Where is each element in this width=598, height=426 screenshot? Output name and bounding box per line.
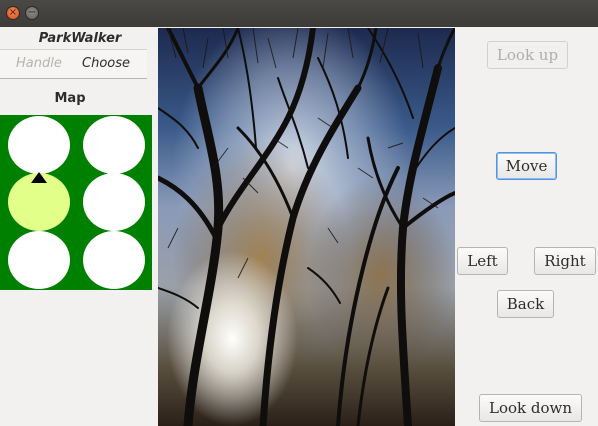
title-bar: × − xyxy=(0,0,598,27)
app-title: ParkWalker xyxy=(38,31,122,46)
map-cell[interactable] xyxy=(8,116,70,174)
map-grid xyxy=(0,115,152,290)
scene-photo xyxy=(158,28,455,426)
look-up-button[interactable]: Look up xyxy=(487,41,568,69)
map-cell[interactable] xyxy=(83,116,145,174)
map-label: Map xyxy=(54,91,86,106)
right-button[interactable]: Right xyxy=(534,247,596,275)
look-down-button[interactable]: Look down xyxy=(479,394,582,422)
map-cell[interactable] xyxy=(83,173,145,231)
close-window-icon[interactable]: × xyxy=(6,6,20,20)
back-button[interactable]: Back xyxy=(497,290,554,318)
tab-bar: Handle Choose xyxy=(0,49,147,79)
tab-handle[interactable]: Handle xyxy=(16,56,62,71)
minimize-window-icon[interactable]: − xyxy=(25,6,39,20)
tab-choose[interactable]: Choose xyxy=(82,56,130,71)
move-button[interactable]: Move xyxy=(496,152,557,180)
map-cell[interactable] xyxy=(8,231,70,289)
position-marker-icon xyxy=(31,172,47,183)
left-panel: ParkWalker Handle Choose Map xyxy=(0,27,152,426)
map-cell[interactable] xyxy=(83,231,145,289)
left-button[interactable]: Left xyxy=(457,247,508,275)
